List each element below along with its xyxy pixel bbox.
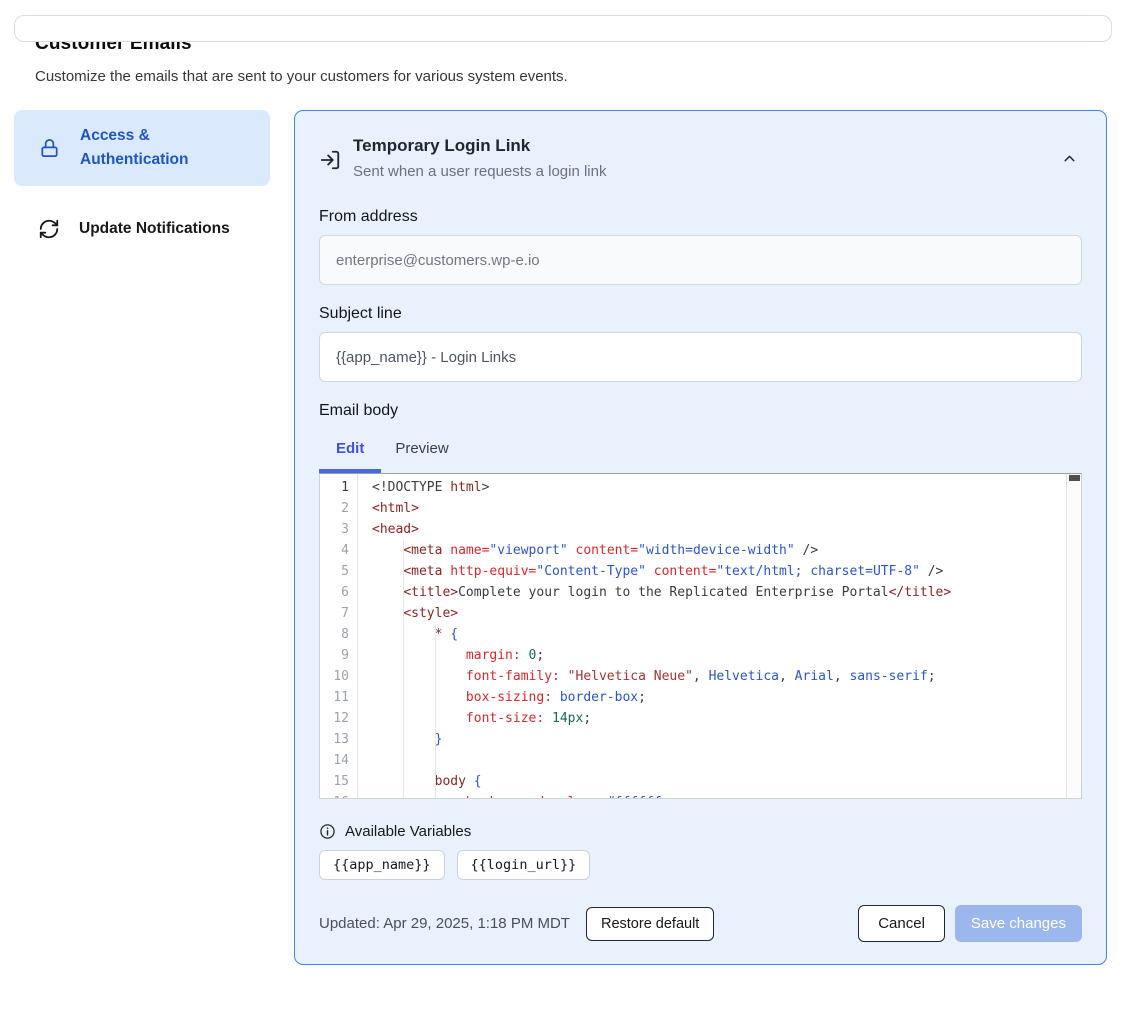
email-body-tabs: Edit Preview xyxy=(319,420,1082,473)
code-editor[interactable]: 12345678910111213141516 <!DOCTYPE html><… xyxy=(319,473,1082,799)
tab-edit[interactable]: Edit xyxy=(319,420,381,473)
info-icon xyxy=(319,823,336,840)
variable-chip-login-url[interactable]: {{login_url}} xyxy=(457,850,591,880)
cancel-button[interactable]: Cancel xyxy=(858,905,945,942)
sidebar-item-update-notifications[interactable]: Update Notifications xyxy=(14,203,270,255)
page-subtitle: Customize the emails that are sent to yo… xyxy=(35,68,1093,85)
editor-gutter: 12345678910111213141516 xyxy=(320,474,358,798)
sidebar-item-access-authentication[interactable]: Access & Authentication xyxy=(14,110,270,186)
restore-default-button[interactable]: Restore default xyxy=(586,907,714,941)
card-subtitle: Sent when a user requests a login link xyxy=(353,162,606,182)
editor-scrollbar-thumb[interactable] xyxy=(1069,475,1080,481)
settings-sidebar: Access & Authentication Update Notificat… xyxy=(14,110,270,255)
chevron-up-icon xyxy=(1061,150,1078,167)
subject-line-input[interactable] xyxy=(319,332,1082,382)
from-address-label: From address xyxy=(319,208,1082,226)
save-changes-button[interactable]: Save changes xyxy=(955,905,1082,942)
login-icon xyxy=(319,149,341,171)
subject-line-label: Subject line xyxy=(319,305,1082,323)
sidebar-item-label: Update Notifications xyxy=(79,217,230,241)
refresh-icon xyxy=(38,218,60,240)
from-address-input[interactable] xyxy=(319,235,1082,285)
previous-card-bottom-edge xyxy=(14,15,1112,42)
variable-chip-app-name[interactable]: {{app_name}} xyxy=(319,850,445,880)
tab-preview[interactable]: Preview xyxy=(381,420,462,473)
collapse-button[interactable] xyxy=(1057,146,1082,171)
available-variables-section: Available Variables {{app_name}} {{login… xyxy=(319,823,1082,880)
editor-code[interactable]: <!DOCTYPE html><html><head> <meta name="… xyxy=(358,474,1081,798)
available-variables-label: Available Variables xyxy=(345,823,471,840)
editor-scrollbar[interactable] xyxy=(1066,474,1081,798)
temporary-login-link-card: Temporary Login Link Sent when a user re… xyxy=(294,110,1107,965)
sidebar-item-label: Access & Authentication xyxy=(80,124,256,172)
card-title: Temporary Login Link xyxy=(353,135,606,158)
lock-icon xyxy=(38,137,61,160)
email-body-label: Email body xyxy=(319,402,1082,420)
updated-timestamp: Updated: Apr 29, 2025, 1:18 PM MDT xyxy=(319,915,570,932)
